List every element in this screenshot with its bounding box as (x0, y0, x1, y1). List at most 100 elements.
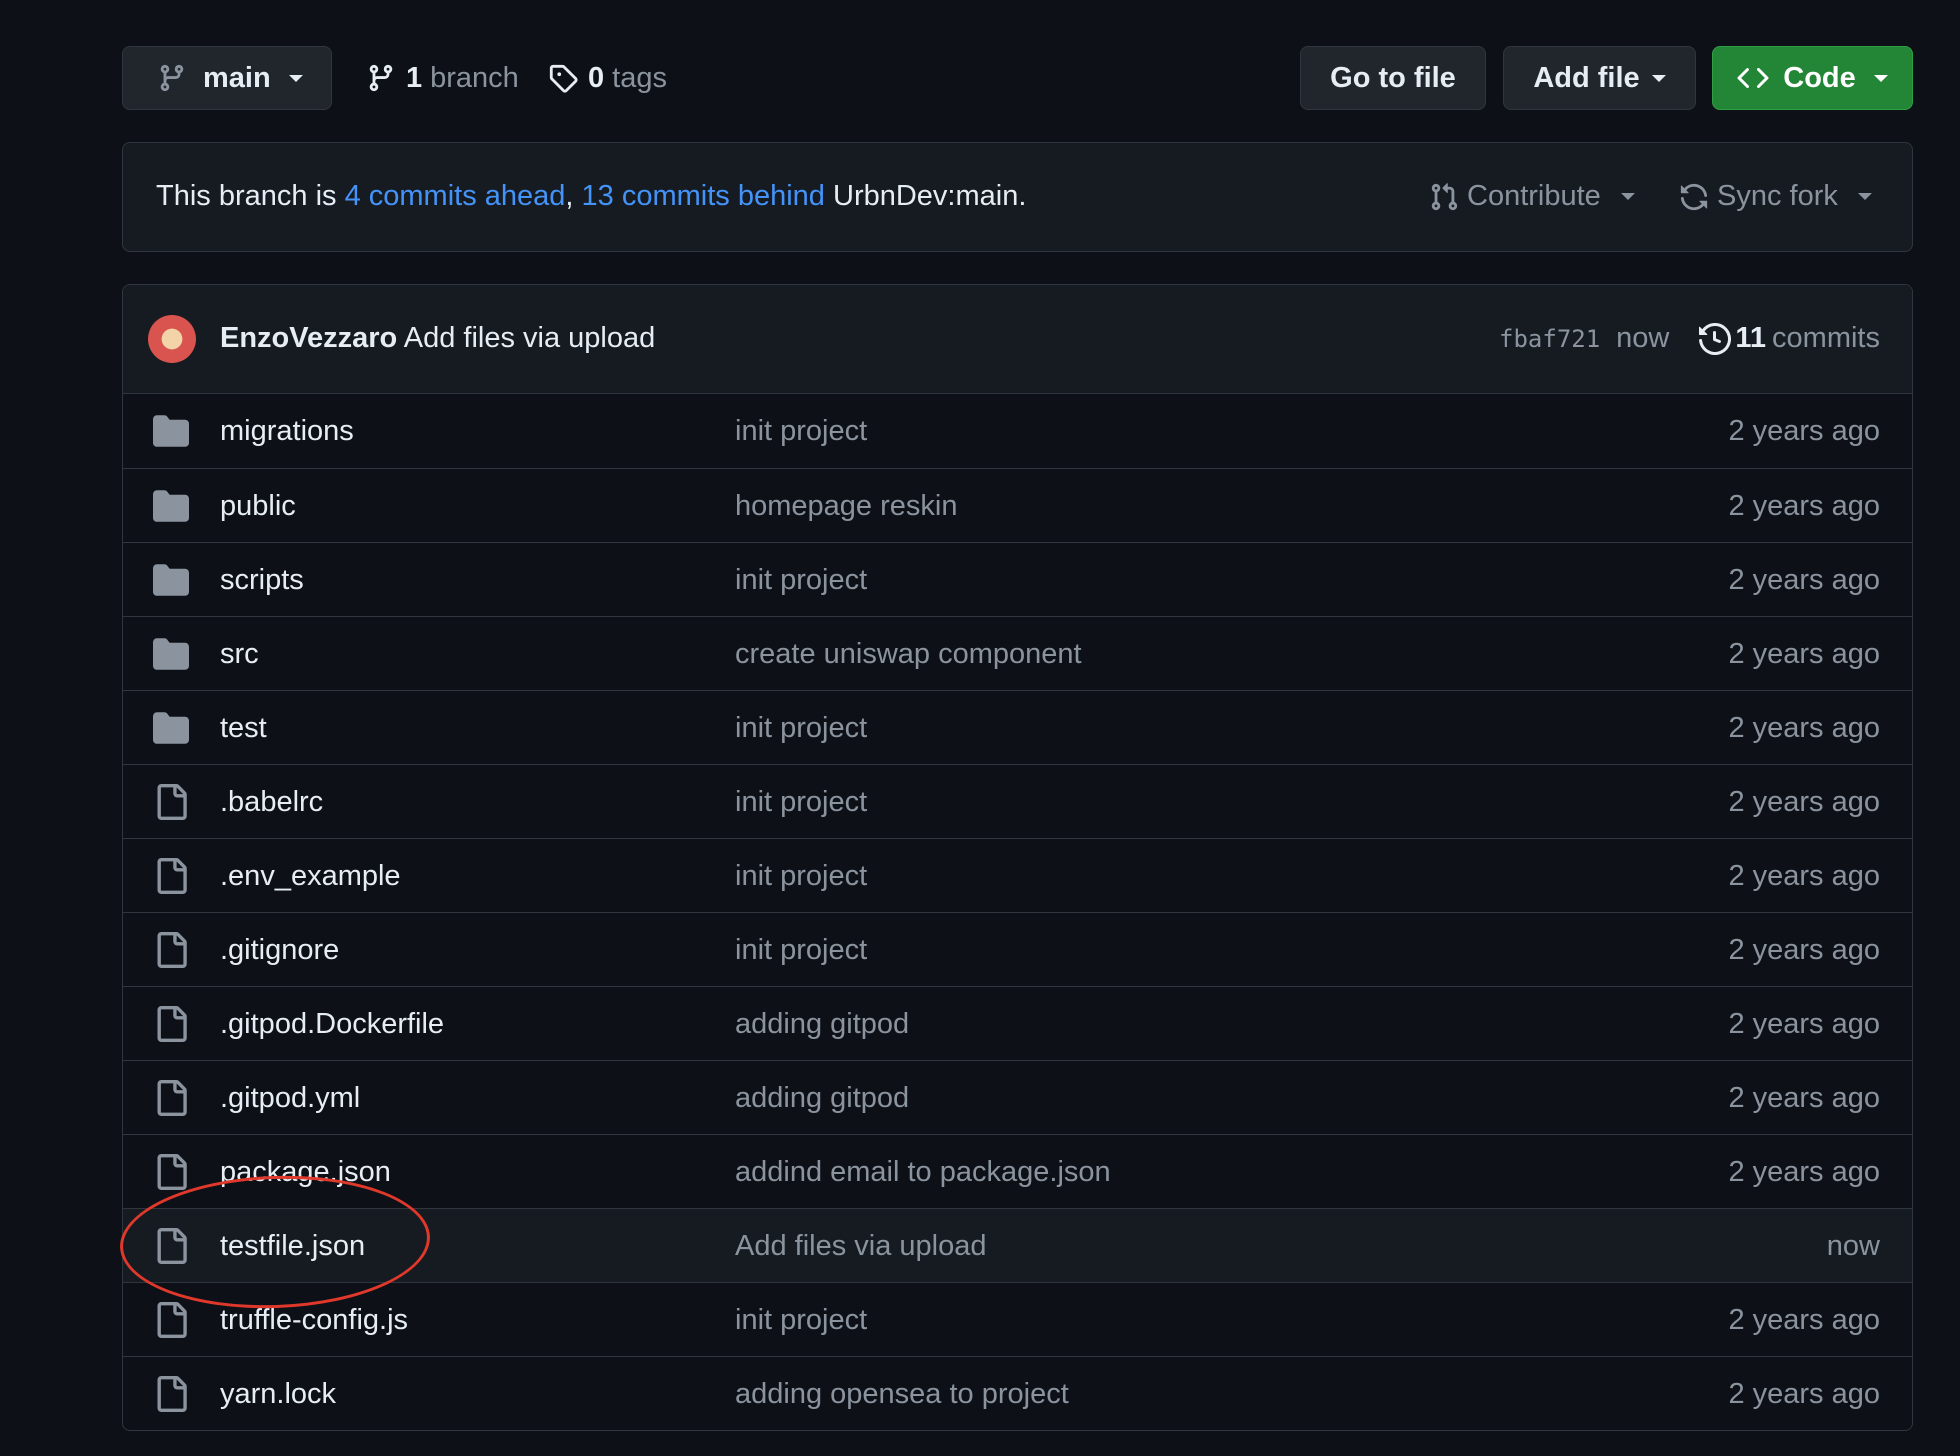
file-name-link[interactable]: .env_example (220, 839, 401, 913)
chevron-down-icon (288, 74, 303, 82)
file-row[interactable]: testfile.json Add files via upload now (123, 1208, 1912, 1282)
file-name-link[interactable]: test (220, 691, 267, 765)
avatar[interactable] (148, 315, 196, 363)
file-row[interactable]: .env_example init project 2 years ago (123, 838, 1912, 912)
go-to-file-label: Go to file (1330, 61, 1456, 94)
tag-word: tags (612, 61, 667, 94)
upstream-branch: UrbnDev:main. (824, 180, 1027, 212)
file-name-link[interactable]: yarn.lock (220, 1357, 336, 1430)
tags-link[interactable]: 0 tags (548, 46, 667, 110)
file-row[interactable]: public homepage reskin 2 years ago (123, 468, 1912, 542)
file-name-link[interactable]: .babelrc (220, 765, 323, 839)
file-name-link[interactable]: .gitpod.yml (220, 1061, 360, 1135)
branch-count: 1 (406, 61, 423, 94)
file-name-link[interactable]: src (220, 617, 259, 691)
file-commit-message-link[interactable]: init project (735, 394, 867, 468)
branch-selector-button[interactable]: main (122, 46, 332, 110)
file-age: 2 years ago (1728, 637, 1880, 670)
folder-icon (153, 638, 189, 670)
file-name-link[interactable]: .gitignore (220, 913, 339, 987)
chevron-down-icon (1620, 193, 1635, 200)
file-commit-message-link[interactable]: init project (735, 839, 867, 913)
chevron-down-icon (1857, 193, 1872, 200)
branch-word: branch (430, 61, 519, 94)
file-commit-message-link[interactable]: init project (735, 1283, 867, 1357)
file-age: 2 years ago (1728, 414, 1880, 447)
file-name-link[interactable]: testfile.json (220, 1209, 365, 1283)
folder-icon (153, 564, 189, 596)
contribute-button[interactable]: Contribute (1429, 143, 1635, 250)
file-age: 2 years ago (1728, 785, 1880, 818)
git-branch-icon (160, 64, 184, 92)
file-name-link[interactable]: .gitpod.Dockerfile (220, 987, 444, 1061)
file-icon (157, 1080, 187, 1116)
file-list: migrations init project 2 years ago public h… (123, 394, 1912, 1430)
file-age: 2 years ago (1728, 563, 1880, 596)
file-row[interactable]: src create uniswap component 2 years ago (123, 616, 1912, 690)
branch-name: main (203, 61, 271, 94)
chevron-down-icon (1651, 74, 1666, 82)
file-row[interactable]: migrations init project 2 years ago (123, 394, 1912, 468)
commits-ahead-link[interactable]: 4 commits ahead (345, 180, 566, 213)
file-commit-message-link[interactable]: homepage reskin (735, 469, 957, 543)
file-row[interactable]: .gitpod.yml adding gitpod 2 years ago (123, 1060, 1912, 1134)
file-icon (157, 1228, 187, 1264)
file-browser: EnzoVezzaro Add files via upload fbaf721… (122, 284, 1913, 1431)
file-commit-message-link[interactable]: addind email to package.json (735, 1135, 1111, 1209)
latest-commit-summary: EnzoVezzaro Add files via upload (220, 285, 655, 392)
file-commit-message-link[interactable]: init project (735, 765, 867, 839)
file-row[interactable]: .gitignore init project 2 years ago (123, 912, 1912, 986)
history-icon (1699, 322, 1732, 355)
add-file-button[interactable]: Add file (1503, 46, 1696, 110)
file-commit-message-link[interactable]: init project (735, 543, 867, 617)
file-row[interactable]: yarn.lock adding opensea to project 2 year… (123, 1356, 1912, 1430)
file-commit-message-link[interactable]: Add files via upload (735, 1209, 987, 1283)
file-icon (157, 1154, 187, 1190)
folder-icon (153, 415, 189, 447)
file-age: 2 years ago (1728, 711, 1880, 744)
file-age: 2 years ago (1728, 1081, 1880, 1114)
compare-separator: , (565, 180, 582, 212)
file-row[interactable]: scripts init project 2 years ago (123, 542, 1912, 616)
pull-request-icon (1431, 182, 1458, 210)
branches-link[interactable]: 1 branch (366, 46, 519, 110)
sync-fork-button[interactable]: Sync fork (1679, 143, 1872, 250)
file-name-link[interactable]: package.json (220, 1135, 391, 1209)
file-commit-message-link[interactable]: init project (735, 691, 867, 765)
file-commit-message-link[interactable]: create uniswap component (735, 617, 1082, 691)
code-button[interactable]: Code (1712, 46, 1913, 110)
file-row[interactable]: .gitpod.Dockerfile adding gitpod 2 years a… (123, 986, 1912, 1060)
file-name-link[interactable]: truffle-config.js (220, 1283, 408, 1357)
code-icon (1737, 67, 1769, 89)
commits-behind-link[interactable]: 13 commits behind (582, 180, 825, 213)
commit-meta: fbaf721 now 11 commits (1499, 285, 1880, 392)
file-age: 2 years ago (1728, 1155, 1880, 1188)
file-row[interactable]: test init project 2 years ago (123, 690, 1912, 764)
branch-compare-text: This branch is 4 commits ahead, 13 commi… (156, 143, 1026, 250)
file-commit-message-link[interactable]: adding opensea to project (735, 1357, 1069, 1430)
file-name-link[interactable]: migrations (220, 394, 354, 468)
commits-history-link[interactable]: 11 commits (1731, 322, 1880, 355)
file-icon (157, 1376, 187, 1412)
commit-sha-link[interactable]: fbaf721 (1499, 325, 1600, 353)
sync-icon (1680, 183, 1708, 210)
file-row[interactable]: truffle-config.js init project 2 years ago (123, 1282, 1912, 1356)
file-commit-message-link[interactable]: adding gitpod (735, 1061, 909, 1135)
folder-icon (153, 712, 189, 744)
commit-message-link[interactable]: Add files via upload (397, 322, 656, 355)
file-commit-message-link[interactable]: adding gitpod (735, 987, 909, 1061)
file-row[interactable]: .babelrc init project 2 years ago (123, 764, 1912, 838)
commit-author-link[interactable]: EnzoVezzaro (220, 322, 397, 355)
file-age: 2 years ago (1728, 1007, 1880, 1040)
file-name-link[interactable]: public (220, 469, 296, 543)
go-to-file-button[interactable]: Go to file (1300, 46, 1486, 110)
file-row[interactable]: package.json addind email to package.json… (123, 1134, 1912, 1208)
file-icon (157, 1006, 187, 1042)
folder-icon (153, 490, 189, 522)
file-icon (157, 932, 187, 968)
file-name-link[interactable]: scripts (220, 543, 304, 617)
file-commit-message-link[interactable]: init project (735, 913, 867, 987)
git-branch-icon (369, 64, 393, 92)
file-age: 2 years ago (1728, 859, 1880, 892)
file-age: 2 years ago (1728, 933, 1880, 966)
